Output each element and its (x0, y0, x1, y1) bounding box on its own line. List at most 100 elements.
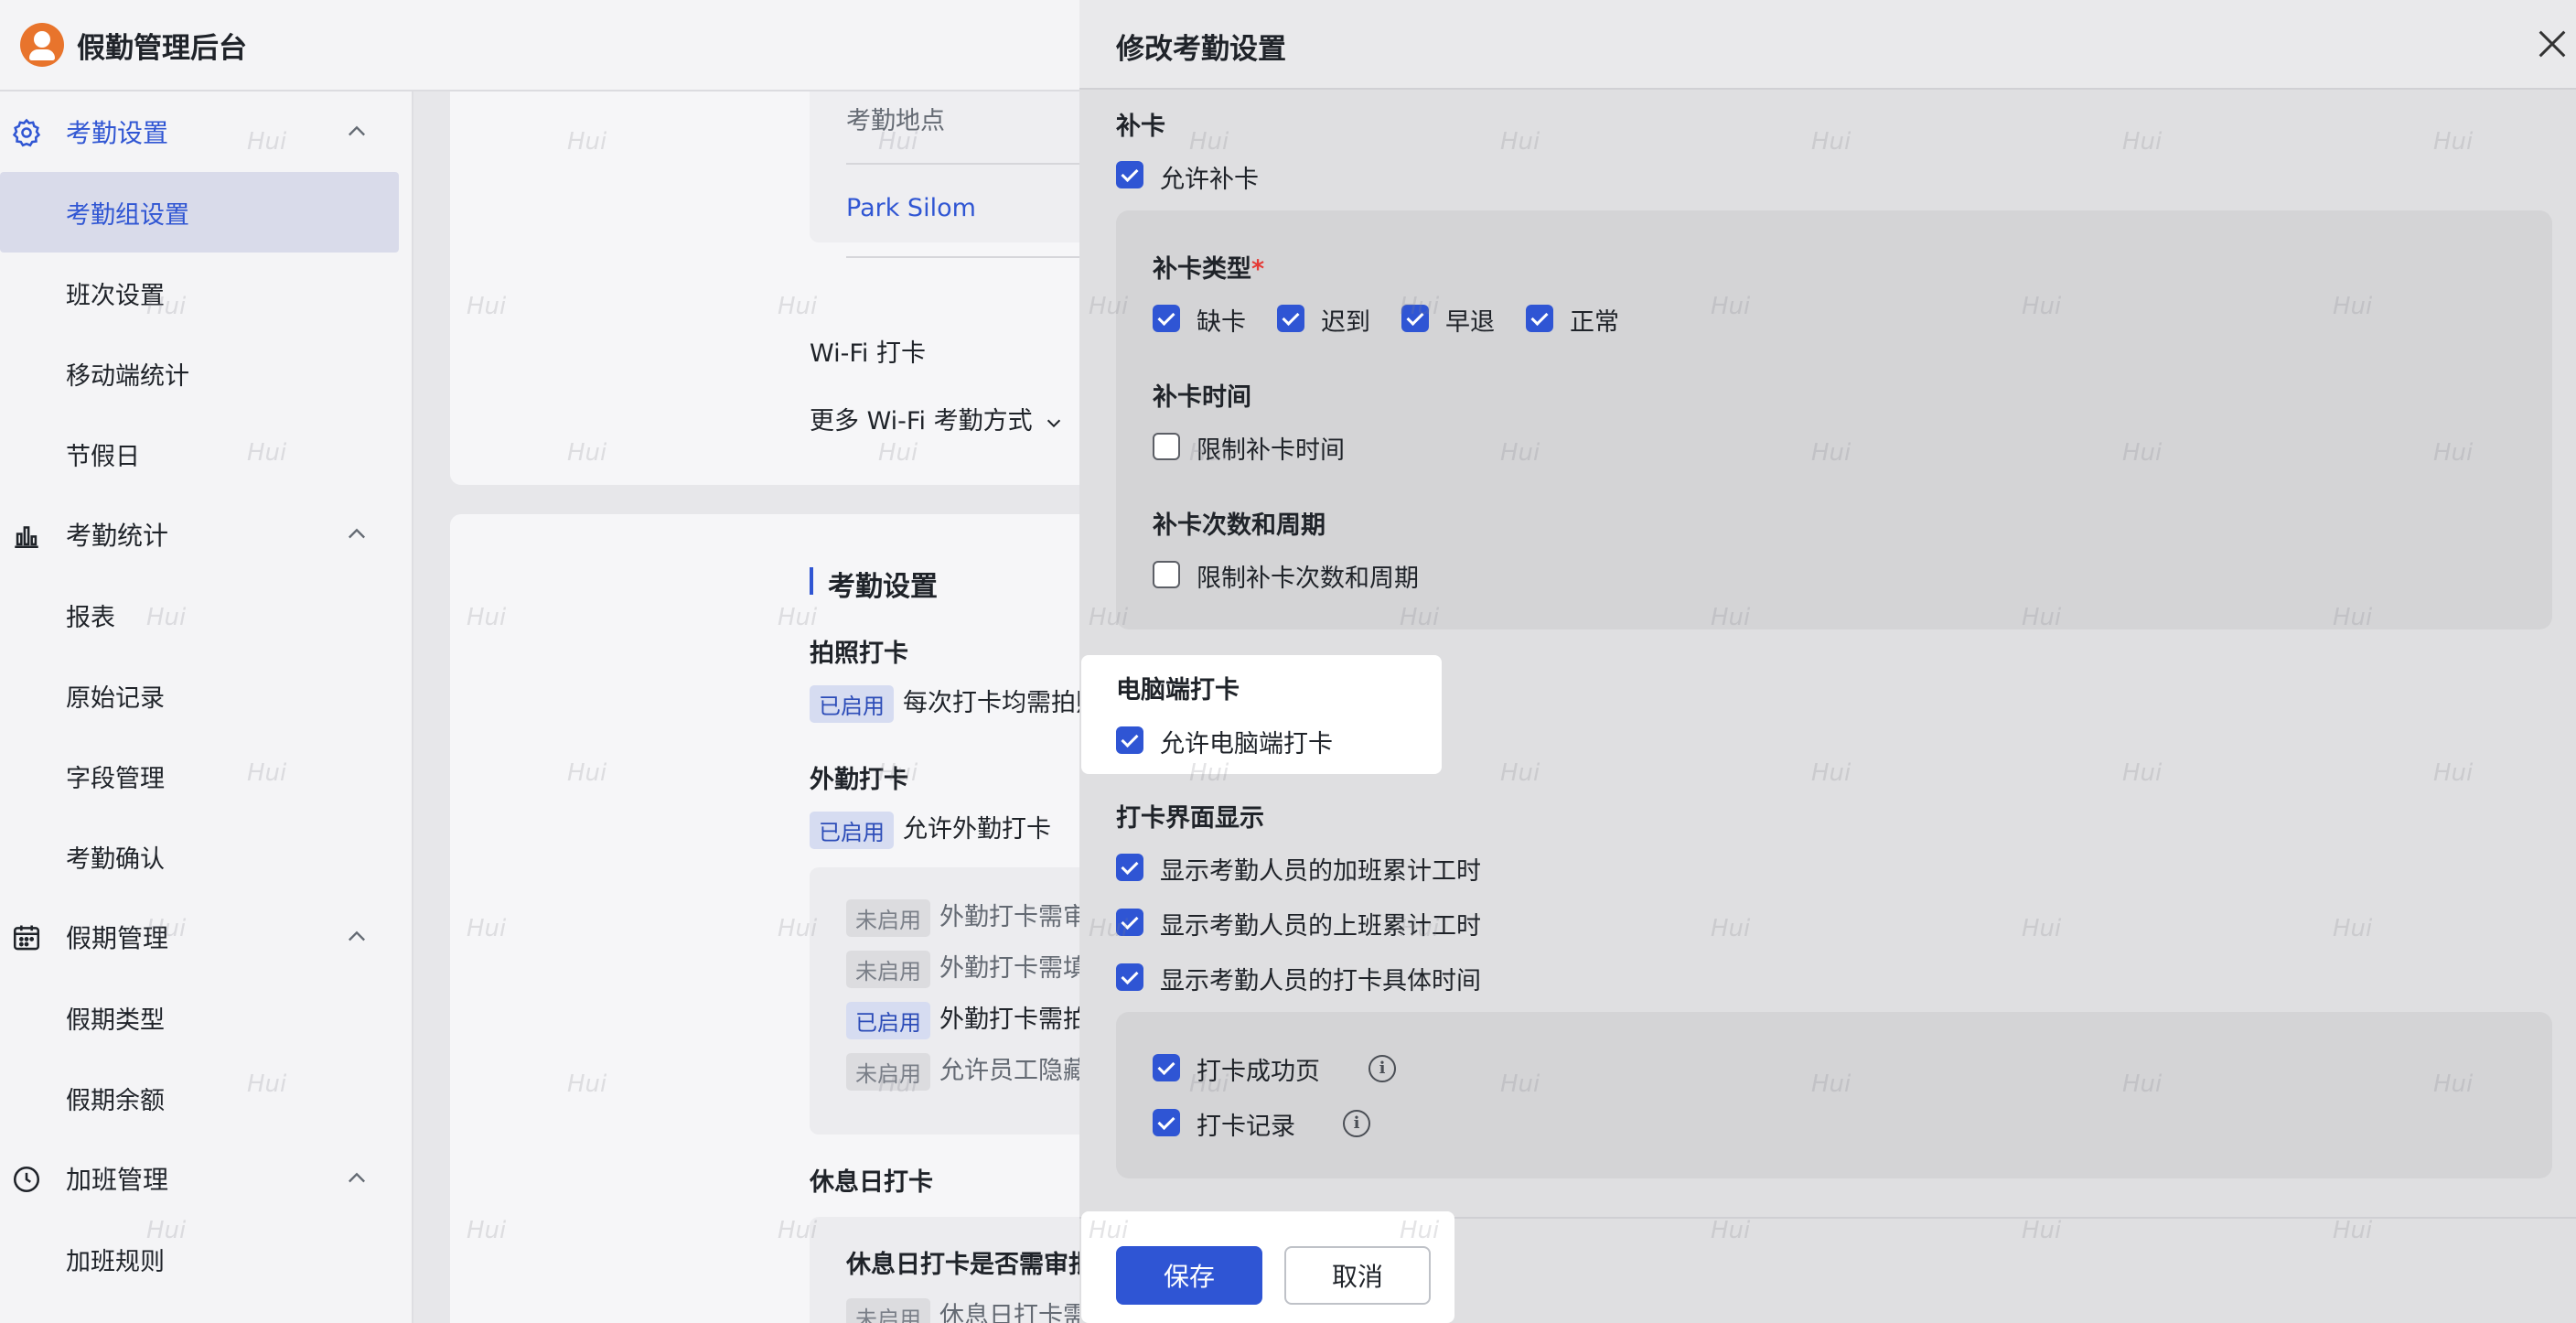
photo-punch-row: 已启用每次打卡均需拍照 (810, 683, 1079, 723)
app-title: 假勤管理后台 (77, 31, 247, 65)
makeup-type-normal-checkbox[interactable] (1526, 305, 1553, 332)
calendar-icon (13, 925, 40, 951)
drawer-title: 修改考勤设置 (1116, 33, 1286, 66)
field-punch-text: 允许外勤打卡 (903, 815, 1051, 844)
pc-punch-highlight: 电脑端打卡 允许电脑端打卡 (1081, 655, 1442, 774)
limit-makeup-time-label: 限制补卡时间 (1197, 436, 1345, 465)
limit-makeup-count-checkbox[interactable] (1153, 561, 1180, 588)
makeup-time-label: 补卡时间 (1153, 383, 1251, 412)
allow-makeup-label: 允许补卡 (1160, 166, 1259, 194)
sidebar-item-attendance-confirm[interactable]: 考勤确认 (0, 816, 412, 897)
photo-punch-text: 每次打卡均需拍照 (903, 689, 1079, 717)
edit-attendance-settings-drawer: 修改考勤设置 补卡 允许补卡 补卡类型* 缺卡 迟到 早退 正常 补卡时间 限制… (1079, 0, 2576, 1323)
field-rule-text: 允许员工隐藏详 (939, 1057, 1079, 1085)
display-section-title: 打卡界面显示 (1116, 804, 1264, 833)
allow-pc-punch-label: 允许电脑端打卡 (1160, 730, 1333, 758)
field-punch-row: 已启用 允许外勤打卡 (810, 809, 1051, 849)
limit-makeup-time-checkbox[interactable] (1153, 433, 1180, 460)
show-punch-time-checkbox[interactable] (1116, 963, 1143, 991)
makeup-type-missing-label: 缺卡 (1197, 308, 1246, 337)
cancel-button[interactable]: 取消 (1284, 1246, 1431, 1305)
status-badge: 未启用 (846, 1053, 930, 1091)
punch-success-page-checkbox[interactable] (1153, 1054, 1180, 1081)
app-logo-icon (20, 23, 64, 67)
limit-makeup-count-label: 限制补卡次数和周期 (1197, 565, 1419, 593)
chevron-up-icon[interactable] (344, 119, 370, 145)
sidebar-group-label: 考勤统计 (66, 521, 169, 551)
sidebar-item-attendance-group[interactable]: 考勤组设置 (0, 172, 399, 253)
show-work-hours-label: 显示考勤人员的上班累计工时 (1160, 912, 1481, 941)
location-card: 考勤地点 Park Silom Wi-Fi 打卡 更多 Wi-Fi 考勤方式 (450, 91, 1079, 485)
sidebar-item-overtime-rules[interactable]: 加班规则 (0, 1219, 412, 1299)
section-title: 考勤设置 (828, 571, 938, 603)
show-punch-time-label: 显示考勤人员的打卡具体时间 (1160, 967, 1481, 995)
punch-records-checkbox[interactable] (1153, 1109, 1180, 1136)
location-value-link[interactable]: Park Silom (846, 194, 976, 222)
sidebar-group-label: 加班管理 (66, 1165, 169, 1195)
divider (846, 163, 1079, 165)
attendance-settings-card: 考勤设置 拍照打卡 已启用每次打卡均需拍照 外勤打卡 已启用允许外勤打卡 未启用… (450, 514, 1079, 1323)
show-work-hours-checkbox[interactable] (1116, 909, 1143, 936)
save-button[interactable]: 保存 (1116, 1246, 1262, 1305)
rest-day-punch-title: 休息日打卡 (810, 1168, 933, 1197)
chevron-up-icon[interactable] (344, 522, 370, 547)
sidebar-group-overtime-management[interactable]: 加班管理 (0, 1138, 412, 1219)
show-overtime-hours-label: 显示考勤人员的加班累计工时 (1160, 857, 1481, 886)
status-badge: 未启用 (846, 899, 930, 937)
punch-success-page-label: 打卡成功页 (1197, 1058, 1320, 1086)
sidebar-item-shift[interactable]: 班次设置 (0, 253, 412, 333)
status-badge: 未启用 (846, 951, 930, 988)
punch-records-label: 打卡记录 (1197, 1113, 1295, 1141)
sidebar-item-leave-types[interactable]: 假期类型 (0, 977, 412, 1058)
makeup-type-early-checkbox[interactable] (1401, 305, 1429, 332)
makeup-type-label: 补卡类型* (1153, 249, 1264, 285)
wifi-more-link[interactable]: 更多 Wi-Fi 考勤方式 (810, 401, 1064, 436)
allow-makeup-checkbox[interactable] (1116, 161, 1143, 188)
field-rule-text: 外勤打卡需填写 (939, 954, 1079, 983)
photo-punch-title: 拍照打卡 (810, 640, 908, 668)
sidebar-group-label: 假期管理 (66, 923, 169, 953)
field-rules-box: 未启用外勤打卡需审批 未启用外勤打卡需填写 已启用外勤打卡需拍照 未启用允许员工… (810, 867, 1079, 1135)
status-badge: 未启用 (846, 1298, 930, 1323)
wifi-title: Wi-Fi 打卡 (810, 339, 926, 368)
location-label: 考勤地点 (846, 107, 945, 135)
show-overtime-hours-checkbox[interactable] (1116, 854, 1143, 881)
field-rule-text: 外勤打卡需审批 (939, 903, 1079, 931)
chevron-up-icon[interactable] (344, 1166, 370, 1191)
makeup-type-text: 补卡类型 (1153, 255, 1251, 284)
sidebar-item-raw-records[interactable]: 原始记录 (0, 655, 412, 736)
chevron-up-icon[interactable] (344, 924, 370, 950)
app-header: 假勤管理后台 (0, 0, 1079, 91)
makeup-type-late-label: 迟到 (1321, 308, 1370, 337)
sidebar-group-attendance-stats[interactable]: 考勤统计 (0, 494, 412, 575)
sidebar-group-leave-management[interactable]: 假期管理 (0, 897, 412, 977)
makeup-count-label: 补卡次数和周期 (1153, 511, 1326, 540)
gear-icon (12, 118, 41, 147)
close-icon[interactable] (2534, 26, 2571, 62)
sidebar-item-holidays[interactable]: 节假日 (0, 414, 412, 494)
info-icon[interactable]: i (1343, 1110, 1370, 1137)
sidebar-item-leave-balance[interactable]: 假期余额 (0, 1058, 412, 1138)
status-badge: 已启用 (846, 1002, 930, 1039)
pc-punch-title: 电脑端打卡 (1116, 676, 1240, 705)
required-mark: * (1251, 255, 1265, 284)
drawer-header: 修改考勤设置 (1079, 0, 2576, 90)
rest-day-row: 未启用休息日打卡需审 (846, 1296, 1079, 1323)
makeup-type-missing-checkbox[interactable] (1153, 305, 1180, 332)
sidebar-item-mobile-stats[interactable]: 移动端统计 (0, 333, 412, 414)
sidebar-item-field-management[interactable]: 字段管理 (0, 736, 412, 816)
sidebar-item-reports[interactable]: 报表 (0, 575, 412, 655)
field-rule-row: 未启用允许员工隐藏详 (846, 1050, 1079, 1091)
field-rule-row: 未启用外勤打卡需填写 (846, 948, 1079, 988)
field-punch-title: 外勤打卡 (810, 766, 908, 794)
divider (846, 256, 1079, 258)
makeup-type-late-checkbox[interactable] (1277, 305, 1304, 332)
makeup-section-title: 补卡 (1116, 113, 1165, 141)
makeup-options-box: 补卡类型* 缺卡 迟到 早退 正常 补卡时间 限制补卡时间 补卡次数和周期 限制… (1116, 210, 2552, 629)
sidebar-group-attendance-settings[interactable]: 考勤设置 (0, 91, 412, 172)
info-icon[interactable]: i (1368, 1055, 1396, 1082)
allow-pc-punch-checkbox[interactable] (1116, 726, 1143, 754)
display-sub-options-box: 打卡成功页 i 打卡记录 i (1116, 1012, 2552, 1178)
makeup-type-normal-label: 正常 (1570, 308, 1619, 337)
field-rule-row: 已启用外勤打卡需拍照 (846, 999, 1079, 1039)
